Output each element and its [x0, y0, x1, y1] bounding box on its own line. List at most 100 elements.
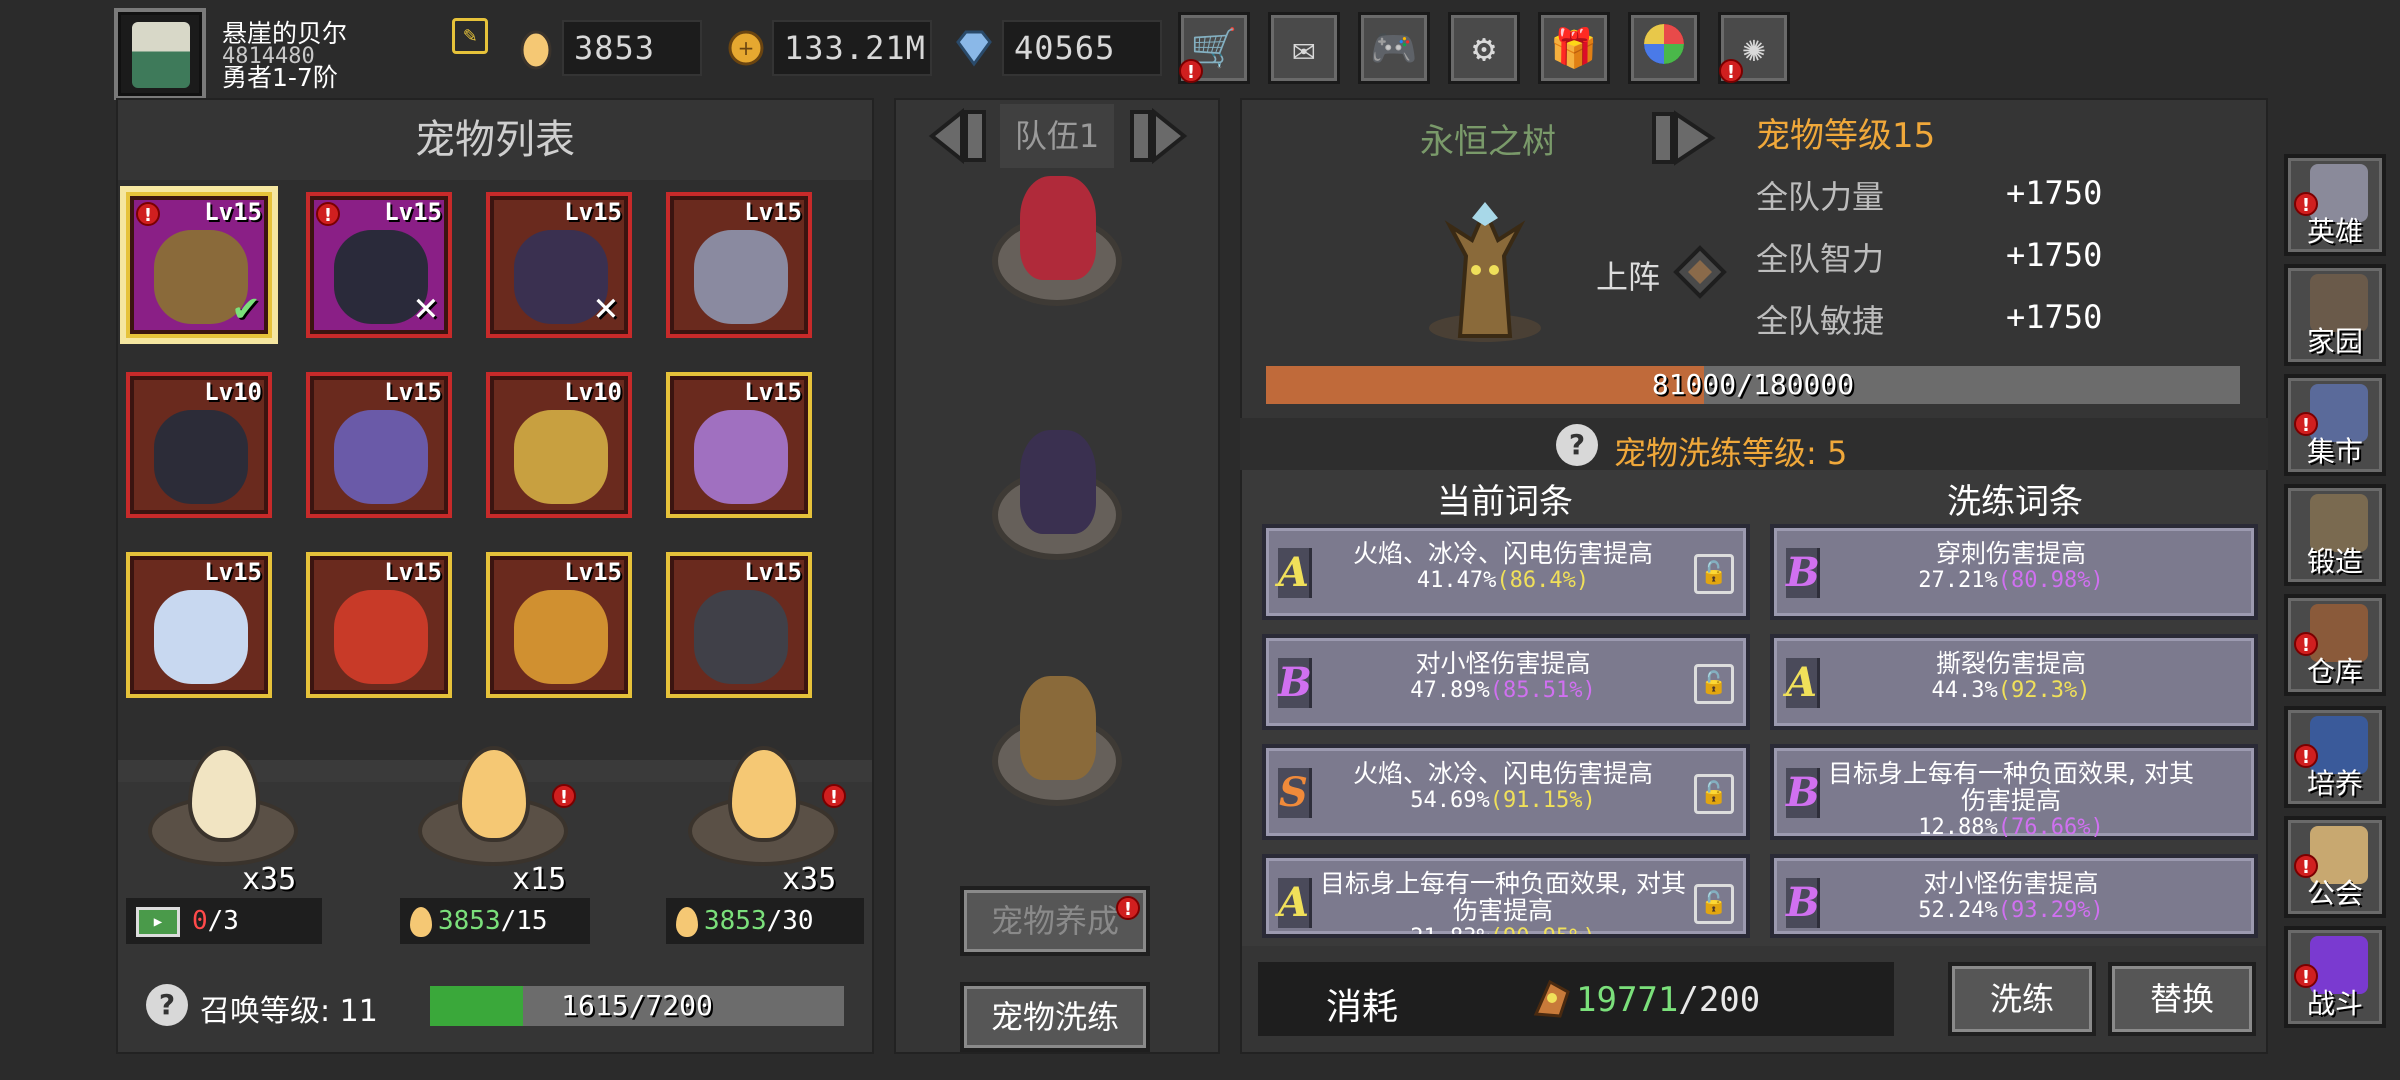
egg-summon-2[interactable]: !: [418, 746, 576, 866]
alert-badge: !: [2294, 632, 2318, 656]
pet-card[interactable]: Lv15: [486, 552, 632, 698]
video-ad-icon: ▶: [136, 906, 180, 937]
side-menu-warehouse[interactable]: 仓库!: [2284, 594, 2386, 696]
cost-label: 消耗: [1326, 987, 1399, 1028]
current-affix-card[interactable]: S 火焰、冰冷、闪电伤害提高 54.69%(91.15%) 🔓: [1262, 744, 1750, 840]
egg-summon-1[interactable]: [148, 746, 298, 866]
pet-level: Lv15: [384, 198, 442, 226]
affix-description: 目标身上每有一种负面效果, 对其伤害提高: [1828, 759, 2194, 815]
next-pet-button[interactable]: [1650, 108, 1728, 168]
pet-card[interactable]: Lv15 ✔!: [126, 192, 272, 338]
settings-button[interactable]: ⚙: [1448, 12, 1520, 84]
pet-card[interactable]: Lv15: [306, 552, 452, 698]
pet-sprite: [154, 590, 248, 684]
pet-card[interactable]: Lv15 ✕: [486, 192, 632, 338]
current-affix-card[interactable]: A 火焰、冰冷、闪电伤害提高 41.47%(86.4%) 🔓: [1262, 524, 1750, 620]
reroll-button[interactable]: 洗练: [1948, 962, 2096, 1036]
summon-progress-text: 1615/7200: [561, 989, 713, 1022]
pet-grid[interactable]: Lv15 ✔! Lv15 ✕! Lv15 ✕ Lv15 Lv10 Lv15 Lv10 Lv15 Lv1…: [118, 180, 872, 760]
shop-cart-button[interactable]: 🛒!: [1178, 12, 1250, 84]
pet-card[interactable]: Lv10: [486, 372, 632, 518]
affix-value: 54.69%: [1410, 788, 1490, 813]
pet-sprite: [514, 590, 608, 684]
egg-cost-2[interactable]: 3853/15: [400, 898, 590, 944]
pet-card[interactable]: Lv10: [126, 372, 272, 518]
gamepad-button[interactable]: 🎮: [1358, 12, 1430, 84]
gift-icon: 🎁: [1550, 25, 1598, 70]
current-affix-header: 当前词条: [1437, 482, 1573, 522]
help-icon[interactable]: ?: [146, 984, 188, 1026]
mail-button[interactable]: ✉: [1268, 12, 1340, 84]
egg-summon-3[interactable]: !: [688, 746, 846, 866]
side-menu-label: 仓库: [2306, 655, 2363, 688]
pet-raise-button[interactable]: 宠物养成!: [960, 886, 1150, 956]
pet-level: Lv15: [744, 198, 802, 226]
side-menu-castle[interactable]: 家园: [2284, 264, 2386, 366]
unlock-icon[interactable]: 🔓: [1694, 664, 1734, 704]
deploy-toggle[interactable]: [1672, 244, 1728, 300]
affix-roll-percent: (90.95%): [1489, 925, 1596, 938]
side-menu-label: 英雄: [2306, 215, 2363, 248]
new-affix-card[interactable]: B 穿刺伤害提高 27.21%(80.98%): [1770, 524, 2258, 620]
affix-roll-percent: (91.15%): [1489, 788, 1596, 813]
help-icon[interactable]: ?: [1556, 424, 1598, 466]
stat-label-intelligence: 全队智力: [1756, 240, 1885, 278]
current-affix-card[interactable]: A 目标身上每有一种负面效果, 对其伤害提高 21.83%(90.95%) 🔓: [1262, 854, 1750, 938]
color-wheel-icon: [1640, 20, 1688, 77]
alert-badge: !: [316, 202, 340, 226]
pet-card[interactable]: Lv15 ✕!: [306, 192, 452, 338]
affix-roll-percent: (76.66%): [1997, 815, 2104, 840]
side-menu-anvil[interactable]: 锻造: [2284, 484, 2386, 586]
side-menu-market[interactable]: 集市!: [2284, 374, 2386, 476]
pet-card[interactable]: Lv15: [126, 552, 272, 698]
team-slot-2[interactable]: [982, 430, 1132, 580]
affix-description: 对小怪伤害提高: [1415, 649, 1591, 678]
summon-level-label: 召唤等级: 11: [200, 994, 378, 1029]
side-menu-label: 集市: [2306, 435, 2363, 468]
alert-badge: !: [136, 202, 160, 226]
pet-level: Lv15: [744, 558, 802, 586]
affix-text: 撕裂伤害提高 44.3%(92.3%): [1828, 650, 2194, 704]
egg-cost-1[interactable]: ▶ 0/3: [126, 898, 322, 944]
player-avatar[interactable]: [114, 8, 206, 100]
side-menu-portal[interactable]: 战斗!: [2284, 926, 2386, 1028]
side-menu-guild[interactable]: 公会!: [2284, 816, 2386, 918]
unlock-icon[interactable]: 🔓: [1694, 884, 1734, 924]
gift-button[interactable]: 🎁: [1538, 12, 1610, 84]
pet-card[interactable]: Lv15: [666, 552, 812, 698]
egg-cost-3[interactable]: 3853/30: [666, 898, 864, 944]
affix-grade: B: [1786, 878, 1820, 928]
team-next-button[interactable]: [1122, 107, 1204, 165]
team-prev-button[interactable]: [912, 107, 994, 165]
new-affix-card[interactable]: A 撕裂伤害提高 44.3%(92.3%): [1770, 634, 2258, 730]
current-affix-card[interactable]: B 对小怪伤害提高 47.89%(85.51%) 🔓: [1262, 634, 1750, 730]
side-menu-potion[interactable]: 培养!: [2284, 706, 2386, 808]
color-wheel-button[interactable]: [1628, 12, 1700, 84]
pet-sprite: [334, 590, 428, 684]
pet-sprite: [694, 410, 788, 504]
unlock-icon[interactable]: 🔓: [1694, 554, 1734, 594]
pet-card[interactable]: Lv15: [666, 372, 812, 518]
edit-name-icon[interactable]: ✎: [452, 18, 488, 54]
affix-roll-percent: (92.3%): [1997, 678, 2091, 703]
not-deployed-x-icon: ✕: [413, 284, 438, 330]
team-slot-3[interactable]: [982, 676, 1132, 826]
pet-exp-text: 81000/180000: [1651, 368, 1855, 401]
stat-label-strength: 全队力量: [1756, 178, 1885, 216]
affix-value: 21.83%: [1410, 925, 1490, 938]
side-menu-label: 培养: [2306, 767, 2363, 800]
team-slot-1[interactable]: [982, 176, 1132, 326]
pet-card[interactable]: Lv15: [666, 192, 812, 338]
firework-button[interactable]: ✺!: [1718, 12, 1790, 84]
unlock-icon[interactable]: 🔓: [1694, 774, 1734, 814]
affix-description: 火焰、冰冷、闪电伤害提高: [1352, 539, 1653, 568]
replace-button[interactable]: 替换: [2108, 962, 2256, 1036]
egg-currency-value: 3853: [562, 20, 702, 76]
new-affix-card[interactable]: B 目标身上每有一种负面效果, 对其伤害提高 12.88%(76.66%): [1770, 744, 2258, 840]
pet-card[interactable]: Lv15: [306, 372, 452, 518]
pet-reroll-tab-button[interactable]: 宠物洗练: [960, 982, 1150, 1052]
affix-value: 47.89%: [1410, 678, 1490, 703]
team-title: 队伍1: [1000, 104, 1114, 168]
new-affix-card[interactable]: B 对小怪伤害提高 52.24%(93.29%): [1770, 854, 2258, 938]
side-menu-helmet[interactable]: 英雄!: [2284, 154, 2386, 256]
